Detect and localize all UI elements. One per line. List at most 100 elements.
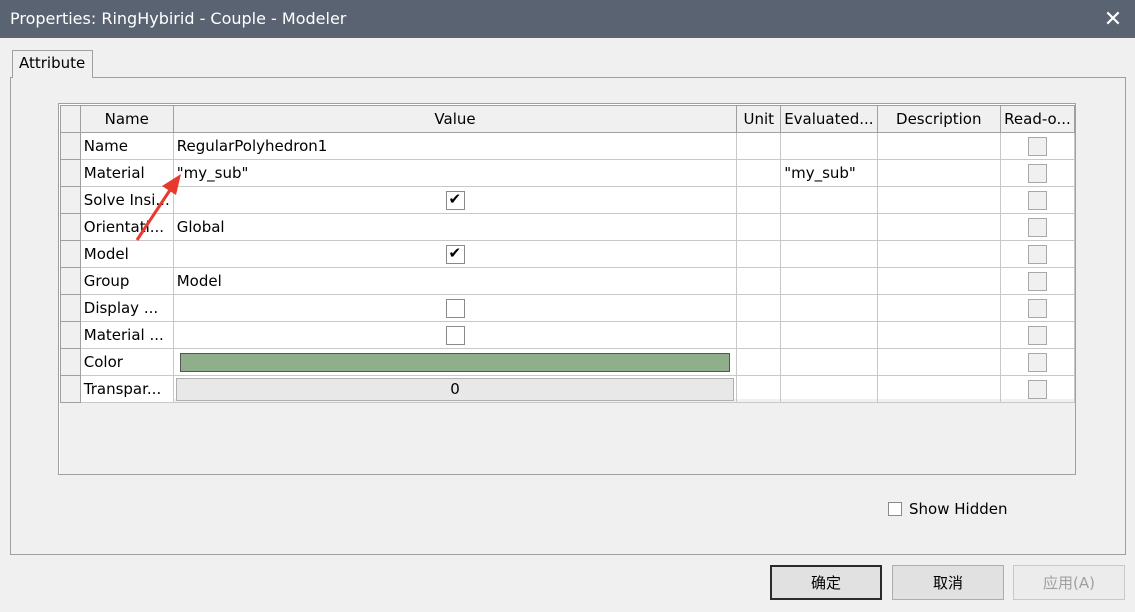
cancel-button[interactable]: 取消 [892, 565, 1004, 600]
readonly-cell [999, 213, 1076, 241]
column-header-value[interactable]: Value [172, 105, 738, 133]
window-title: Properties: RingHybirid - Couple - Model… [10, 9, 347, 28]
property-unit [736, 159, 782, 187]
readonly-checkbox [1027, 379, 1047, 399]
row-selector[interactable] [60, 321, 81, 349]
row-selector-header [60, 105, 81, 133]
readonly-checkbox [1027, 136, 1047, 156]
property-value-field[interactable]: "my_sub" [172, 159, 738, 187]
show-hidden-label: Show Hidden [909, 500, 1008, 518]
table-row[interactable]: Group Model [60, 267, 1076, 295]
property-unit [736, 240, 782, 268]
property-description[interactable] [876, 240, 1001, 268]
property-unit [736, 267, 782, 295]
readonly-cell [999, 294, 1076, 322]
property-name: Orientati... [79, 213, 174, 241]
table-row[interactable]: Material "my_sub" "my_sub" [60, 159, 1076, 187]
show-hidden-toggle[interactable]: Show Hidden [888, 500, 1007, 518]
table-row[interactable]: Name RegularPolyhedron1 [60, 132, 1076, 160]
property-name: Name [79, 132, 174, 160]
property-evaluated [780, 240, 878, 268]
readonly-checkbox [1027, 163, 1047, 183]
table-row[interactable]: Solve Insi... [60, 186, 1076, 214]
readonly-checkbox [1027, 217, 1047, 237]
property-description[interactable] [876, 294, 1001, 322]
readonly-cell [999, 159, 1076, 187]
readonly-checkbox [1027, 352, 1047, 372]
readonly-checkbox [1027, 271, 1047, 291]
column-header-name[interactable]: Name [79, 105, 174, 133]
property-name: Transpar... [79, 375, 174, 403]
readonly-cell [999, 186, 1076, 214]
close-icon[interactable]: ✕ [1091, 0, 1135, 38]
readonly-cell [999, 375, 1076, 403]
row-selector[interactable] [60, 240, 81, 268]
table-row[interactable]: Display ... [60, 294, 1076, 322]
property-value-field[interactable]: Global [172, 213, 738, 241]
property-table: Name Value Unit Evaluated... Description… [60, 105, 1076, 403]
property-value-cell: 0 [172, 375, 738, 403]
color-swatch-button[interactable] [179, 352, 731, 372]
property-unit [736, 348, 782, 376]
readonly-checkbox [1027, 298, 1047, 318]
property-unit [736, 294, 782, 322]
property-value-cell [172, 240, 738, 268]
readonly-checkbox [1027, 325, 1047, 345]
property-description[interactable] [876, 132, 1001, 160]
model-checkbox[interactable] [445, 244, 465, 264]
table-row[interactable]: Material ... [60, 321, 1076, 349]
property-description[interactable] [876, 186, 1001, 214]
row-selector[interactable] [60, 132, 81, 160]
property-name: Solve Insi... [79, 186, 174, 214]
row-selector[interactable] [60, 267, 81, 295]
readonly-cell [999, 132, 1076, 160]
property-value-cell [172, 321, 738, 349]
row-selector[interactable] [60, 294, 81, 322]
show-hidden-checkbox[interactable] [888, 502, 902, 516]
readonly-checkbox [1027, 244, 1047, 264]
property-evaluated [780, 375, 878, 403]
ok-button[interactable]: 确定 [770, 565, 882, 600]
property-name: Model [79, 240, 174, 268]
property-unit [736, 321, 782, 349]
column-header-unit[interactable]: Unit [736, 105, 782, 133]
property-evaluated [780, 267, 878, 295]
property-description[interactable] [876, 267, 1001, 295]
property-value-field[interactable]: Model [172, 267, 738, 295]
row-selector[interactable] [60, 348, 81, 376]
transparency-slider-button[interactable]: 0 [175, 377, 735, 401]
readonly-cell [999, 267, 1076, 295]
property-evaluated [780, 294, 878, 322]
property-evaluated: "my_sub" [780, 159, 878, 187]
property-description[interactable] [876, 321, 1001, 349]
property-name: Group [79, 267, 174, 295]
property-description[interactable] [876, 159, 1001, 187]
property-evaluated [780, 132, 878, 160]
property-description[interactable] [876, 348, 1001, 376]
property-value-cell [172, 294, 738, 322]
row-selector[interactable] [60, 159, 81, 187]
property-value-field[interactable]: RegularPolyhedron1 [172, 132, 738, 160]
column-header-description[interactable]: Description [876, 105, 1001, 133]
row-selector[interactable] [60, 213, 81, 241]
table-row[interactable]: Orientati... Global [60, 213, 1076, 241]
row-selector[interactable] [60, 375, 81, 403]
column-header-evaluated[interactable]: Evaluated... [780, 105, 878, 133]
table-row[interactable]: Color [60, 348, 1076, 376]
tab-panel: Name Value Unit Evaluated... Description… [10, 77, 1126, 555]
display-wireframe-checkbox[interactable] [445, 298, 465, 318]
column-header-readonly[interactable]: Read-o... [999, 105, 1076, 133]
solve-inside-checkbox[interactable] [445, 190, 465, 210]
property-description[interactable] [876, 375, 1001, 403]
title-bar: Properties: RingHybirid - Couple - Model… [0, 0, 1135, 38]
tab-attribute[interactable]: Attribute [12, 50, 93, 78]
material-appearance-checkbox[interactable] [445, 325, 465, 345]
row-selector[interactable] [60, 186, 81, 214]
property-value-cell [172, 186, 738, 214]
property-evaluated [780, 348, 878, 376]
table-row[interactable]: Transpar... 0 [60, 375, 1076, 403]
property-value-cell [172, 348, 738, 376]
table-row[interactable]: Model [60, 240, 1076, 268]
readonly-cell [999, 348, 1076, 376]
property-description[interactable] [876, 213, 1001, 241]
